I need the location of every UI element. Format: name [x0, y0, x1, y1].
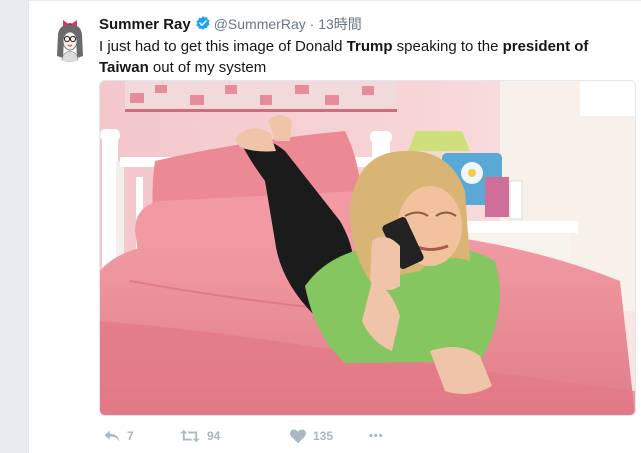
tweet-card[interactable]: Summer Ray @SummerRay · 13時間 I just had t… — [28, 0, 641, 453]
reply-icon — [103, 428, 121, 444]
tweet-photo[interactable] — [99, 80, 636, 416]
text-bold-president: president of — [502, 38, 589, 55]
tweet-header: Summer Ray @SummerRay · 13時間 — [99, 14, 632, 34]
author-name[interactable]: Summer Ray — [99, 16, 191, 33]
text-bold-taiwan: Taiwan — [99, 59, 149, 76]
divider — [29, 0, 641, 1]
text-part: speaking to the — [392, 38, 503, 55]
reply-button[interactable]: 7 — [103, 424, 134, 448]
retweet-icon — [179, 428, 201, 444]
more-button[interactable]: ••• — [369, 424, 384, 448]
retweet-count: 94 — [207, 429, 221, 443]
verified-badge-icon — [195, 15, 211, 31]
like-button[interactable]: 135 — [289, 424, 333, 448]
author-handle[interactable]: @SummerRay — [214, 16, 306, 32]
meta-separator: · — [309, 16, 315, 32]
heart-icon — [289, 428, 307, 444]
text-bold-trump: Trump — [346, 38, 393, 55]
avatar[interactable] — [46, 14, 94, 62]
text-part: I just had to get this image of Donald — [99, 38, 347, 55]
retweet-button[interactable]: 94 — [179, 424, 220, 448]
more-icon: ••• — [369, 430, 384, 442]
reply-count: 7 — [127, 429, 134, 443]
like-count: 135 — [313, 429, 334, 443]
tweet-timestamp[interactable]: 13時間 — [318, 16, 362, 32]
tweet-text: I just had to get this image of Donald T… — [99, 36, 619, 78]
text-part: out of my system — [148, 59, 267, 76]
